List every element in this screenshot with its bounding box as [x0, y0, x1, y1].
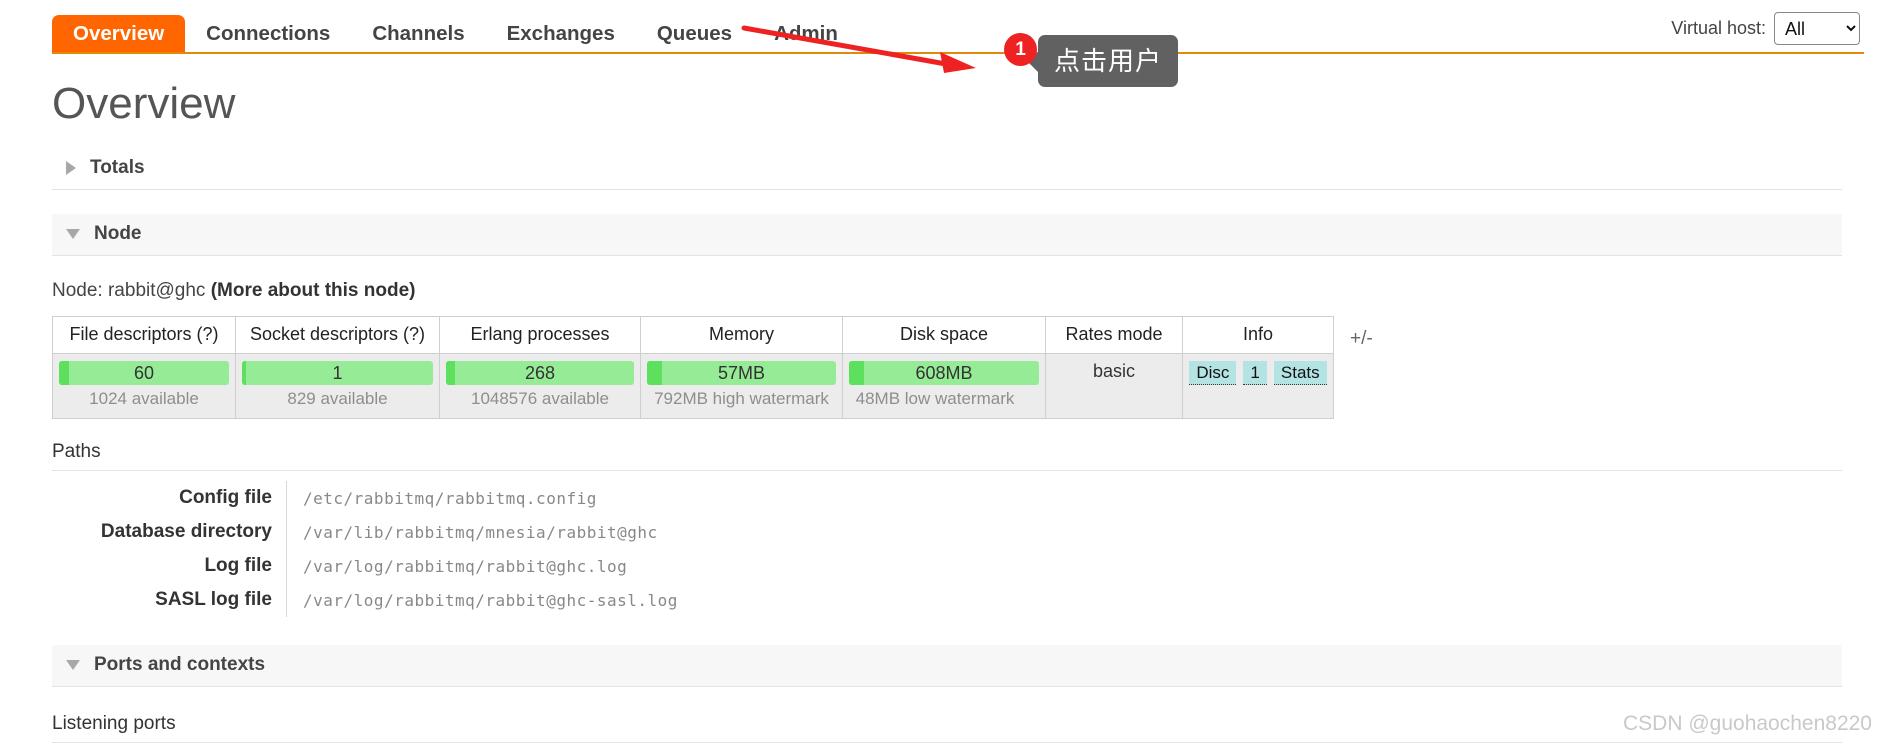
- columns-toggle-button[interactable]: +/-: [1350, 328, 1373, 350]
- node-name: rabbit@ghc: [107, 280, 206, 301]
- bar-subtext: 1048576 available: [470, 389, 609, 408]
- node-stats-area: File descriptors (?) Socket descriptors …: [52, 316, 1842, 419]
- bar-value: 1: [332, 362, 343, 383]
- tab-overview[interactable]: Overview: [52, 14, 186, 54]
- col-rates-mode: Rates mode: [1045, 316, 1183, 354]
- triangle-down-icon: [66, 660, 80, 670]
- nav-tab-list: Overview Connections Channels Exchanges …: [52, 0, 1894, 54]
- bar-fill: [849, 361, 865, 385]
- section-label-totals: Totals: [90, 157, 145, 178]
- bar-value: 60: [133, 362, 155, 383]
- node-prefix: Node:: [52, 280, 103, 301]
- col-info: Info: [1182, 316, 1334, 354]
- bar-subtext: 48MB low watermark: [855, 389, 1015, 408]
- bar-fill: [647, 361, 663, 385]
- section-label-node: Node: [94, 223, 142, 244]
- annotation-tooltip: 点击用户: [1027, 35, 1179, 87]
- paths-row: Database directory /var/lib/rabbitmq/mne…: [52, 515, 678, 549]
- annotation-step-badge: 1: [1004, 33, 1037, 66]
- bar-memory: 57MB: [647, 361, 836, 385]
- top-navigation-bar: Overview Connections Channels Exchanges …: [0, 0, 1894, 54]
- virtual-host-selector: Virtual host: All: [1671, 12, 1860, 45]
- bar-value: 57MB: [717, 362, 766, 383]
- tab-channels[interactable]: Channels: [351, 15, 485, 55]
- bar-fill: [446, 361, 456, 385]
- node-stats-table: File descriptors (?) Socket descriptors …: [52, 316, 1334, 419]
- listening-ports-heading: Listening ports: [52, 713, 1842, 743]
- bar-file-descriptors: 60: [59, 361, 229, 385]
- node-identity-line: Node: rabbit@ghc (More about this node): [52, 280, 1842, 302]
- nav-underline-rule: [52, 52, 1864, 54]
- cell-socket-descriptors: 1 829 available: [235, 353, 440, 419]
- path-value-config-file: /etc/rabbitmq/rabbitmq.config: [285, 481, 678, 515]
- section-header-ports-and-contexts[interactable]: Ports and contexts: [52, 645, 1842, 687]
- path-value-sasl-log-file: /var/log/rabbitmq/rabbit@ghc-sasl.log: [285, 583, 678, 617]
- cell-rates-mode: basic: [1045, 353, 1183, 419]
- info-badge-count[interactable]: 1: [1243, 361, 1267, 385]
- paths-row: SASL log file /var/log/rabbitmq/rabbit@g…: [52, 583, 678, 617]
- main-content: Overview Totals Node Node: rabbit@ghc (M…: [0, 82, 1894, 743]
- triangle-down-icon: [66, 229, 80, 239]
- col-socket-descriptors: Socket descriptors (?): [235, 316, 440, 354]
- col-memory: Memory: [640, 316, 843, 354]
- bar-subtext: 792MB high watermark: [654, 389, 829, 408]
- cell-memory: 57MB 792MB high watermark: [640, 353, 843, 419]
- path-label-sasl-log-file: SASL log file: [155, 589, 272, 610]
- tab-admin[interactable]: Admin: [753, 15, 859, 55]
- path-label-database-directory: Database directory: [100, 521, 272, 542]
- bar-erlang-processes: 268: [446, 361, 634, 385]
- cell-file-descriptors: 60 1024 available: [52, 353, 236, 419]
- cell-erlang-processes: 268 1048576 available: [439, 353, 641, 419]
- section-header-node[interactable]: Node: [52, 214, 1842, 256]
- cell-disk-space: 608MB 48MB low watermark: [842, 353, 1046, 419]
- bar-fill: [242, 361, 246, 385]
- path-label-log-file: Log file: [204, 555, 272, 576]
- csdn-watermark: CSDN @guohaochen8220: [1623, 712, 1872, 735]
- paths-row: Config file /etc/rabbitmq/rabbitmq.confi…: [52, 481, 678, 515]
- stats-header-row: File descriptors (?) Socket descriptors …: [52, 316, 1334, 354]
- bar-socket-descriptors: 1: [242, 361, 433, 385]
- stats-value-row: 60 1024 available 1 829 available 268 10…: [52, 353, 1334, 419]
- more-about-node-link[interactable]: (More about this node): [211, 280, 416, 301]
- virtual-host-label: Virtual host:: [1671, 18, 1766, 38]
- path-label-config-file: Config file: [179, 487, 272, 508]
- col-file-descriptors: File descriptors (?): [52, 316, 236, 354]
- info-badge-group: Disc 1 Stats: [1189, 361, 1327, 385]
- path-value-database-directory: /var/lib/rabbitmq/mnesia/rabbit@ghc: [285, 515, 678, 549]
- page-title: Overview: [52, 79, 236, 128]
- bar-fill: [59, 361, 70, 385]
- bar-value: 608MB: [915, 362, 973, 383]
- section-header-totals[interactable]: Totals: [52, 148, 1842, 190]
- tab-queues[interactable]: Queues: [636, 15, 753, 55]
- col-erlang-processes: Erlang processes: [439, 316, 641, 354]
- tab-exchanges[interactable]: Exchanges: [486, 15, 636, 55]
- info-badge-disc[interactable]: Disc: [1189, 361, 1237, 385]
- bar-value: 268: [524, 362, 556, 383]
- paths-heading: Paths: [52, 441, 1842, 471]
- path-value-log-file: /var/log/rabbitmq/rabbit@ghc.log: [285, 549, 678, 583]
- virtual-host-select[interactable]: All: [1774, 12, 1860, 45]
- bar-subtext: 829 available: [287, 389, 388, 408]
- col-disk-space: Disk space: [842, 316, 1046, 354]
- bar-disk-space: 608MB: [849, 361, 1039, 385]
- paths-table: Config file /etc/rabbitmq/rabbitmq.confi…: [52, 481, 678, 617]
- cell-info: Disc 1 Stats: [1182, 353, 1334, 419]
- paths-row: Log file /var/log/rabbitmq/rabbit@ghc.lo…: [52, 549, 678, 583]
- section-label-ports: Ports and contexts: [94, 654, 266, 675]
- bar-subtext: 1024 available: [89, 389, 199, 408]
- tab-connections[interactable]: Connections: [185, 15, 351, 55]
- info-badge-stats[interactable]: Stats: [1273, 361, 1327, 385]
- triangle-right-icon: [66, 161, 76, 175]
